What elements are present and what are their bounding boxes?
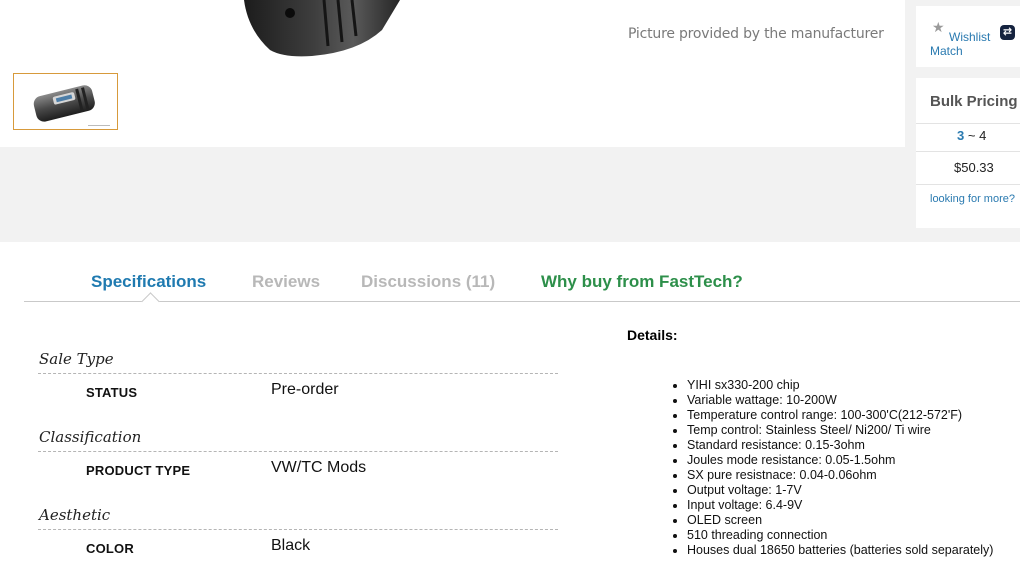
details-list: YIHI sx330-200 chip Variable wattage: 10…: [687, 378, 1020, 558]
spec-value: Pre-order: [271, 381, 339, 398]
spec-row: STATUS Pre-order: [38, 374, 558, 408]
tab-discussions[interactable]: Discussions (11): [361, 272, 495, 292]
spec-key: STATUS: [86, 385, 138, 400]
spec-value: VW/TC Mods: [271, 459, 367, 476]
spec-key: PRODUCT TYPE: [86, 463, 191, 478]
star-icon[interactable]: ★: [932, 20, 945, 34]
spec-row: PRODUCT TYPE VW/TC Mods: [38, 452, 558, 486]
tab-specifications[interactable]: Specifications: [91, 272, 206, 292]
spec-key: COLOR: [86, 541, 134, 556]
spec-heading: Classification: [39, 428, 142, 446]
list-item: Temp control: Stainless Steel/ Ni200/ Ti…: [687, 423, 1020, 438]
bulk-qty-high: 4: [979, 128, 987, 143]
tabs-divider: [24, 301, 1020, 302]
wishlist-panel: ★ Wishlist Match ⇄: [916, 6, 1020, 67]
spec-section-aesthetic: Aesthetic COLOR Black: [38, 504, 558, 564]
wishlist-link[interactable]: Wishlist: [949, 30, 990, 44]
tab-why-buy[interactable]: Why buy from FastTech?: [541, 272, 743, 292]
divider: [916, 184, 1020, 185]
thumbnail-image[interactable]: [13, 73, 118, 130]
price-match-icon[interactable]: ⇄: [1000, 25, 1015, 40]
tab-reviews[interactable]: Reviews: [252, 272, 320, 292]
bulk-pricing-title: Bulk Pricing: [930, 93, 1018, 110]
divider: [916, 123, 1020, 124]
bulk-price: $50.33: [954, 160, 994, 175]
spec-value: Black: [271, 537, 311, 554]
price-match-link[interactable]: Match: [930, 44, 963, 58]
product-gallery: [0, 0, 905, 147]
bulk-quantity-range: 3 ~ 4: [957, 128, 986, 143]
bulk-qty-separator: ~: [964, 128, 980, 143]
picture-credit: Picture provided by the manufacturer: [628, 26, 884, 42]
list-item: Temperature control range: 100-300'C(212…: [687, 408, 1020, 423]
gallery-background: [0, 147, 1020, 242]
list-item: Joules mode resistance: 0.05-1.5ohm: [687, 453, 1020, 468]
spec-row: COLOR Black: [38, 530, 558, 564]
bulk-pricing-panel: Bulk Pricing 3 ~ 4 $50.33 looking for mo…: [916, 78, 1020, 228]
spec-section-classification: Classification PRODUCT TYPE VW/TC Mods: [38, 426, 558, 486]
list-item: Houses dual 18650 batteries (batteries s…: [687, 543, 1020, 558]
details-title: Details:: [627, 327, 678, 343]
bulk-more-link[interactable]: looking for more?: [930, 193, 1015, 205]
product-main-image[interactable]: [232, 0, 412, 58]
list-item: 510 threading connection: [687, 528, 1020, 543]
list-item: YIHI sx330-200 chip: [687, 378, 1020, 393]
divider: [916, 151, 1020, 152]
list-item: SX pure resistnace: 0.04-0.06ohm: [687, 468, 1020, 483]
list-item: Output voltage: 1-7V: [687, 483, 1020, 498]
list-item: Input voltage: 6.4-9V: [687, 498, 1020, 513]
spec-heading: Sale Type: [39, 350, 114, 368]
list-item: OLED screen: [687, 513, 1020, 528]
list-item: Standard resistance: 0.15-3ohm: [687, 438, 1020, 453]
list-item: Variable wattage: 10-200W: [687, 393, 1020, 408]
spec-section-sale-type: Sale Type STATUS Pre-order: [38, 348, 558, 408]
spec-heading: Aesthetic: [39, 506, 111, 524]
